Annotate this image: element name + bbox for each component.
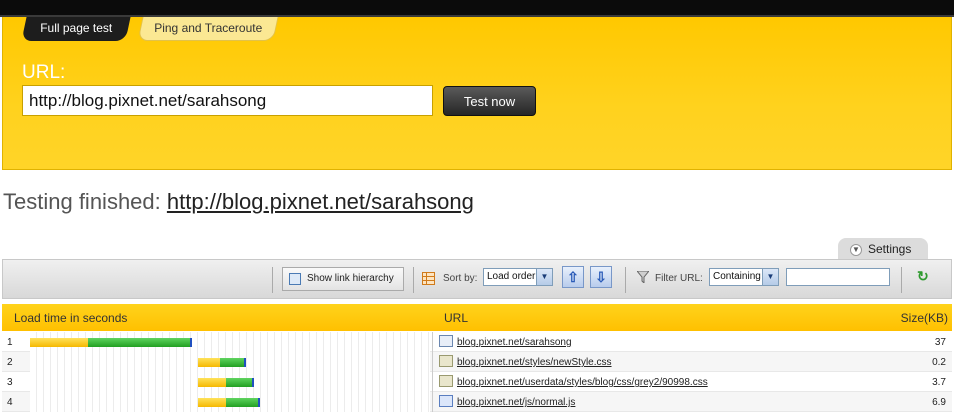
html-file-icon	[439, 335, 453, 347]
table-row[interactable]: 4 blog.pixnet.net/js/normal.js 6.9	[2, 392, 952, 412]
tab-ping-traceroute-label: Ping and Traceroute	[154, 21, 263, 35]
dropdown-circle-icon: ▼	[850, 243, 862, 256]
end-marker	[244, 358, 246, 367]
column-divider	[432, 332, 433, 352]
url-input[interactable]	[22, 85, 433, 116]
settings-tab[interactable]: ▼ Settings	[838, 238, 928, 260]
resource-size: 0.2	[932, 357, 946, 368]
chevron-down-icon: ▼	[762, 269, 778, 285]
toolbar-separator	[901, 267, 902, 293]
sort-up-icon: ⇧	[567, 269, 579, 285]
load-segment	[220, 358, 246, 367]
tab-full-page-test-label: Full page test	[40, 21, 113, 35]
tab-full-page-test[interactable]: Full page test	[21, 17, 131, 41]
go-arrow-icon[interactable]: ↻	[917, 268, 933, 284]
header-url[interactable]: URL	[444, 311, 468, 325]
resource-url-link[interactable]: blog.pixnet.net/sarahsong	[457, 337, 572, 348]
css-file-icon	[439, 355, 453, 367]
resource-url-link[interactable]: blog.pixnet.net/js/normal.js	[457, 397, 575, 408]
toolbar-separator	[272, 267, 273, 293]
sort-up-button[interactable]: ⇧	[562, 266, 584, 288]
filter-url-label: Filter URL:	[655, 273, 703, 284]
show-link-hierarchy-button[interactable]: Show link hierarchy	[282, 267, 404, 291]
wait-segment	[198, 398, 226, 407]
load-time-bar[interactable]	[198, 398, 260, 407]
resource-url-link[interactable]: blog.pixnet.net/userdata/styles/blog/css…	[457, 377, 708, 388]
url-label: URL:	[22, 62, 66, 83]
load-time-bar[interactable]	[198, 358, 246, 367]
hierarchy-icon	[289, 273, 301, 285]
table-row[interactable]: 3 blog.pixnet.net/userdata/styles/blog/cs…	[2, 372, 952, 392]
table-row[interactable]: 2 blog.pixnet.net/styles/newStyle.css 0.2	[2, 352, 952, 372]
end-marker	[252, 378, 254, 387]
row-number: 4	[7, 397, 13, 408]
test-now-button[interactable]: Test now	[443, 86, 536, 116]
results-toolbar: Show link hierarchy Sort by: Load order …	[2, 259, 952, 299]
load-segment	[226, 378, 254, 387]
wait-segment	[198, 378, 226, 387]
load-segment	[88, 338, 192, 347]
timeline-track	[30, 332, 430, 352]
result-line: Testing finished: http://blog.pixnet.net…	[3, 189, 474, 215]
end-marker	[258, 398, 260, 407]
timeline-track	[30, 372, 430, 392]
filter-url-input[interactable]	[786, 268, 890, 286]
row-number: 1	[7, 337, 13, 348]
sort-select[interactable]: Load order ▼	[483, 268, 553, 286]
load-segment	[226, 398, 260, 407]
end-marker	[190, 338, 192, 347]
result-prefix: Testing finished:	[3, 189, 161, 214]
header-load-time[interactable]: Load time in seconds	[14, 311, 127, 325]
sort-down-button[interactable]: ⇩	[590, 266, 612, 288]
row-number: 2	[7, 357, 13, 368]
filter-mode-value: Containing	[713, 271, 761, 282]
toolbar-separator	[413, 267, 414, 293]
timeline-track	[30, 352, 430, 372]
settings-label: Settings	[868, 242, 912, 256]
load-time-bar[interactable]	[198, 378, 254, 387]
resource-size: 6.9	[932, 397, 946, 408]
result-link[interactable]: http://blog.pixnet.net/sarahsong	[167, 189, 474, 214]
resource-size: 3.7	[932, 377, 946, 388]
sort-by-label: Sort by:	[443, 273, 478, 284]
column-divider	[432, 372, 433, 392]
column-divider	[432, 352, 433, 372]
sort-select-value: Load order	[487, 271, 536, 282]
wait-segment	[30, 338, 88, 347]
top-bar	[0, 0, 954, 17]
wait-segment	[198, 358, 220, 367]
row-number: 3	[7, 377, 13, 388]
table-body: 1 blog.pixnet.net/sarahsong 37 2 blog.pixnet…	[2, 332, 952, 412]
chevron-down-icon: ▼	[536, 269, 552, 285]
load-time-bar[interactable]	[30, 338, 192, 347]
toolbar-separator	[625, 267, 626, 293]
timeline-track	[30, 392, 430, 412]
column-divider	[432, 392, 433, 412]
resource-size: 37	[934, 337, 946, 348]
sort-down-icon: ⇩	[595, 269, 607, 285]
table-header: Load time in seconds URL Size(KB)	[2, 304, 952, 331]
filter-mode-select[interactable]: Containing ▼	[709, 268, 779, 286]
grid-icon	[422, 272, 435, 285]
tab-ping-traceroute[interactable]: Ping and Traceroute	[137, 17, 279, 41]
show-link-hierarchy-label: Show link hierarchy	[307, 273, 394, 284]
css-file-icon	[439, 375, 453, 387]
header-size[interactable]: Size(KB)	[901, 311, 948, 325]
table-row[interactable]: 1 blog.pixnet.net/sarahsong 37	[2, 332, 952, 352]
resource-url-link[interactable]: blog.pixnet.net/styles/newStyle.css	[457, 357, 612, 368]
js-file-icon	[439, 395, 453, 407]
filter-funnel-icon	[637, 271, 649, 283]
